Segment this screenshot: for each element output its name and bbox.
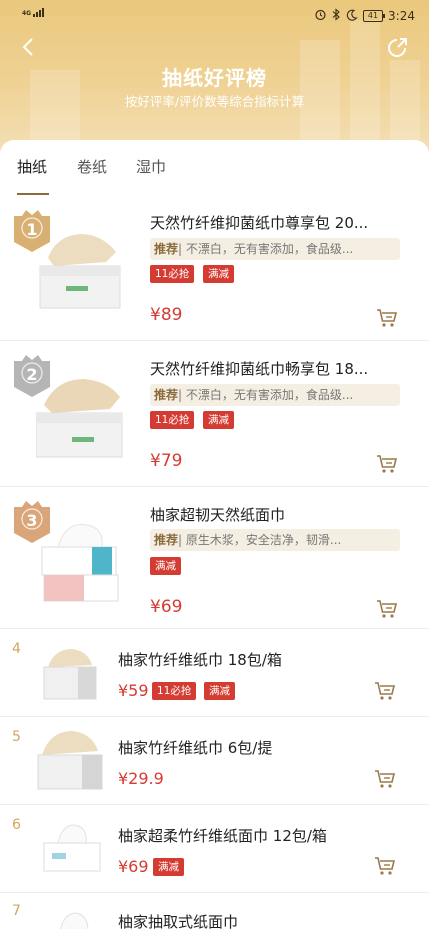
cart-icon — [375, 857, 396, 875]
product-price: ¥89 — [150, 305, 183, 325]
product-image — [36, 517, 124, 609]
add-to-cart-button[interactable] — [376, 599, 398, 619]
product-image — [46, 911, 114, 929]
product-price: ¥59 — [118, 681, 149, 700]
add-to-cart-button[interactable] — [374, 769, 396, 789]
discount-tag: 满减 — [150, 557, 181, 575]
battery-icon: 41 — [362, 10, 386, 22]
product-image — [36, 727, 104, 791]
product-price: ¥69 — [118, 857, 149, 876]
add-to-cart-button[interactable] — [376, 454, 398, 474]
ranking-item-6[interactable]: 6 柚家超柔竹纤维纸面巾 12包/箱 ¥69 满减 — [0, 805, 429, 893]
product-price: ¥69 — [150, 597, 183, 617]
discount-tag: 满减 — [203, 411, 234, 429]
signal-icon — [33, 8, 45, 17]
ranking-item-3[interactable]: 3 柚家超韧天然纸面巾 推荐| 原生木浆，安全洁净，韧滑... 满减 ¥69 — [0, 487, 429, 629]
product-price: ¥79 — [150, 451, 183, 471]
share-icon — [388, 38, 407, 57]
recommend-label: 推荐 — [154, 388, 179, 402]
product-image — [35, 369, 124, 461]
recommend-label: 推荐 — [154, 533, 179, 547]
clock-time: 3:24 — [388, 9, 415, 23]
add-to-cart-button[interactable] — [376, 308, 398, 328]
page-title: 抽纸好评榜 — [162, 66, 267, 90]
bluetooth-icon — [332, 8, 341, 24]
status-bar: 4G 41 3:24 — [0, 0, 429, 32]
product-image — [36, 222, 124, 314]
ranking-item-4[interactable]: 4 柚家竹纤维纸巾 18包/箱 ¥59 11必抢 满减 — [0, 629, 429, 717]
recommendation-box: 推荐| 不漂白，无有害添加，食品级... — [150, 238, 400, 260]
promo-tag: 11必抢 — [150, 265, 195, 283]
rank-number: 5 — [12, 729, 21, 745]
recommendation-box: 推荐| 不漂白，无有害添加，食品级... — [150, 384, 400, 406]
cart-icon — [375, 770, 396, 788]
product-title[interactable]: 柚家超柔竹纤维纸面巾 12包/箱 — [118, 825, 327, 846]
back-button[interactable] — [16, 34, 42, 60]
product-image — [40, 643, 108, 707]
product-title[interactable]: 柚家竹纤维纸巾 18包/箱 — [118, 649, 282, 670]
cart-icon — [375, 682, 396, 700]
recommend-text: | 原生木浆，安全洁净，韧滑... — [178, 533, 342, 547]
recommend-text: | 不漂白，无有害添加，食品级... — [178, 242, 354, 256]
add-to-cart-button[interactable] — [374, 856, 396, 876]
ranking-item-5[interactable]: 5 柚家竹纤维纸巾 6包/提 ¥29.9 — [0, 717, 429, 805]
rank-number: 6 — [12, 817, 21, 833]
tab-wet-wipes[interactable]: 湿巾 — [136, 156, 166, 177]
back-arrow-icon — [22, 38, 33, 56]
cart-icon — [377, 455, 398, 473]
product-title[interactable]: 柚家抽取式纸面巾 — [118, 911, 238, 929]
rank-number: 4 — [12, 641, 21, 657]
discount-tag: 满减 — [203, 265, 234, 283]
product-image — [42, 821, 110, 885]
category-tabs: 抽纸 卷纸 湿巾 — [0, 156, 429, 195]
tab-roll-paper[interactable]: 卷纸 — [77, 156, 107, 177]
promo-tag: 11必抢 — [152, 682, 197, 700]
cart-icon — [377, 600, 398, 618]
discount-tag: 满减 — [204, 682, 235, 700]
product-title[interactable]: 柚家竹纤维纸巾 6包/提 — [118, 737, 272, 758]
promo-tag: 11必抢 — [150, 411, 195, 429]
active-tab-indicator — [17, 193, 49, 195]
moon-icon — [346, 9, 358, 24]
product-price: ¥29.9 — [118, 769, 164, 788]
ranking-item-1[interactable]: 1 天然竹纤维抑菌纸巾尊享包 20... 推荐| 不漂白，无有害添加，食品级..… — [0, 196, 429, 341]
alarm-icon — [314, 8, 327, 24]
ranking-item-7[interactable]: 7 柚家抽取式纸面巾 — [0, 893, 429, 929]
ranking-item-2[interactable]: 2 天然竹纤维抑菌纸巾畅享包 18... 推荐| 不漂白，无有害添加，食品级..… — [0, 341, 429, 487]
product-title[interactable]: 天然竹纤维抑菌纸巾畅享包 18... — [150, 358, 398, 379]
page-subtitle: 按好评率/评价数等综合指标计算 — [124, 94, 305, 109]
cart-icon — [377, 309, 398, 327]
add-to-cart-button[interactable] — [374, 681, 396, 701]
rank-number: 7 — [12, 903, 21, 919]
discount-tag: 满减 — [153, 858, 184, 876]
recommend-text: | 不漂白，无有害添加，食品级... — [178, 388, 354, 402]
share-button[interactable] — [387, 36, 409, 58]
recommendation-box: 推荐| 原生木浆，安全洁净，韧滑... — [150, 529, 400, 551]
tab-tissue[interactable]: 抽纸 — [17, 156, 47, 177]
product-title[interactable]: 柚家超韧天然纸面巾 — [150, 504, 398, 525]
recommend-label: 推荐 — [154, 242, 179, 256]
network-indicator: 4G — [22, 10, 32, 17]
product-title[interactable]: 天然竹纤维抑菌纸巾尊享包 20... — [150, 212, 398, 233]
